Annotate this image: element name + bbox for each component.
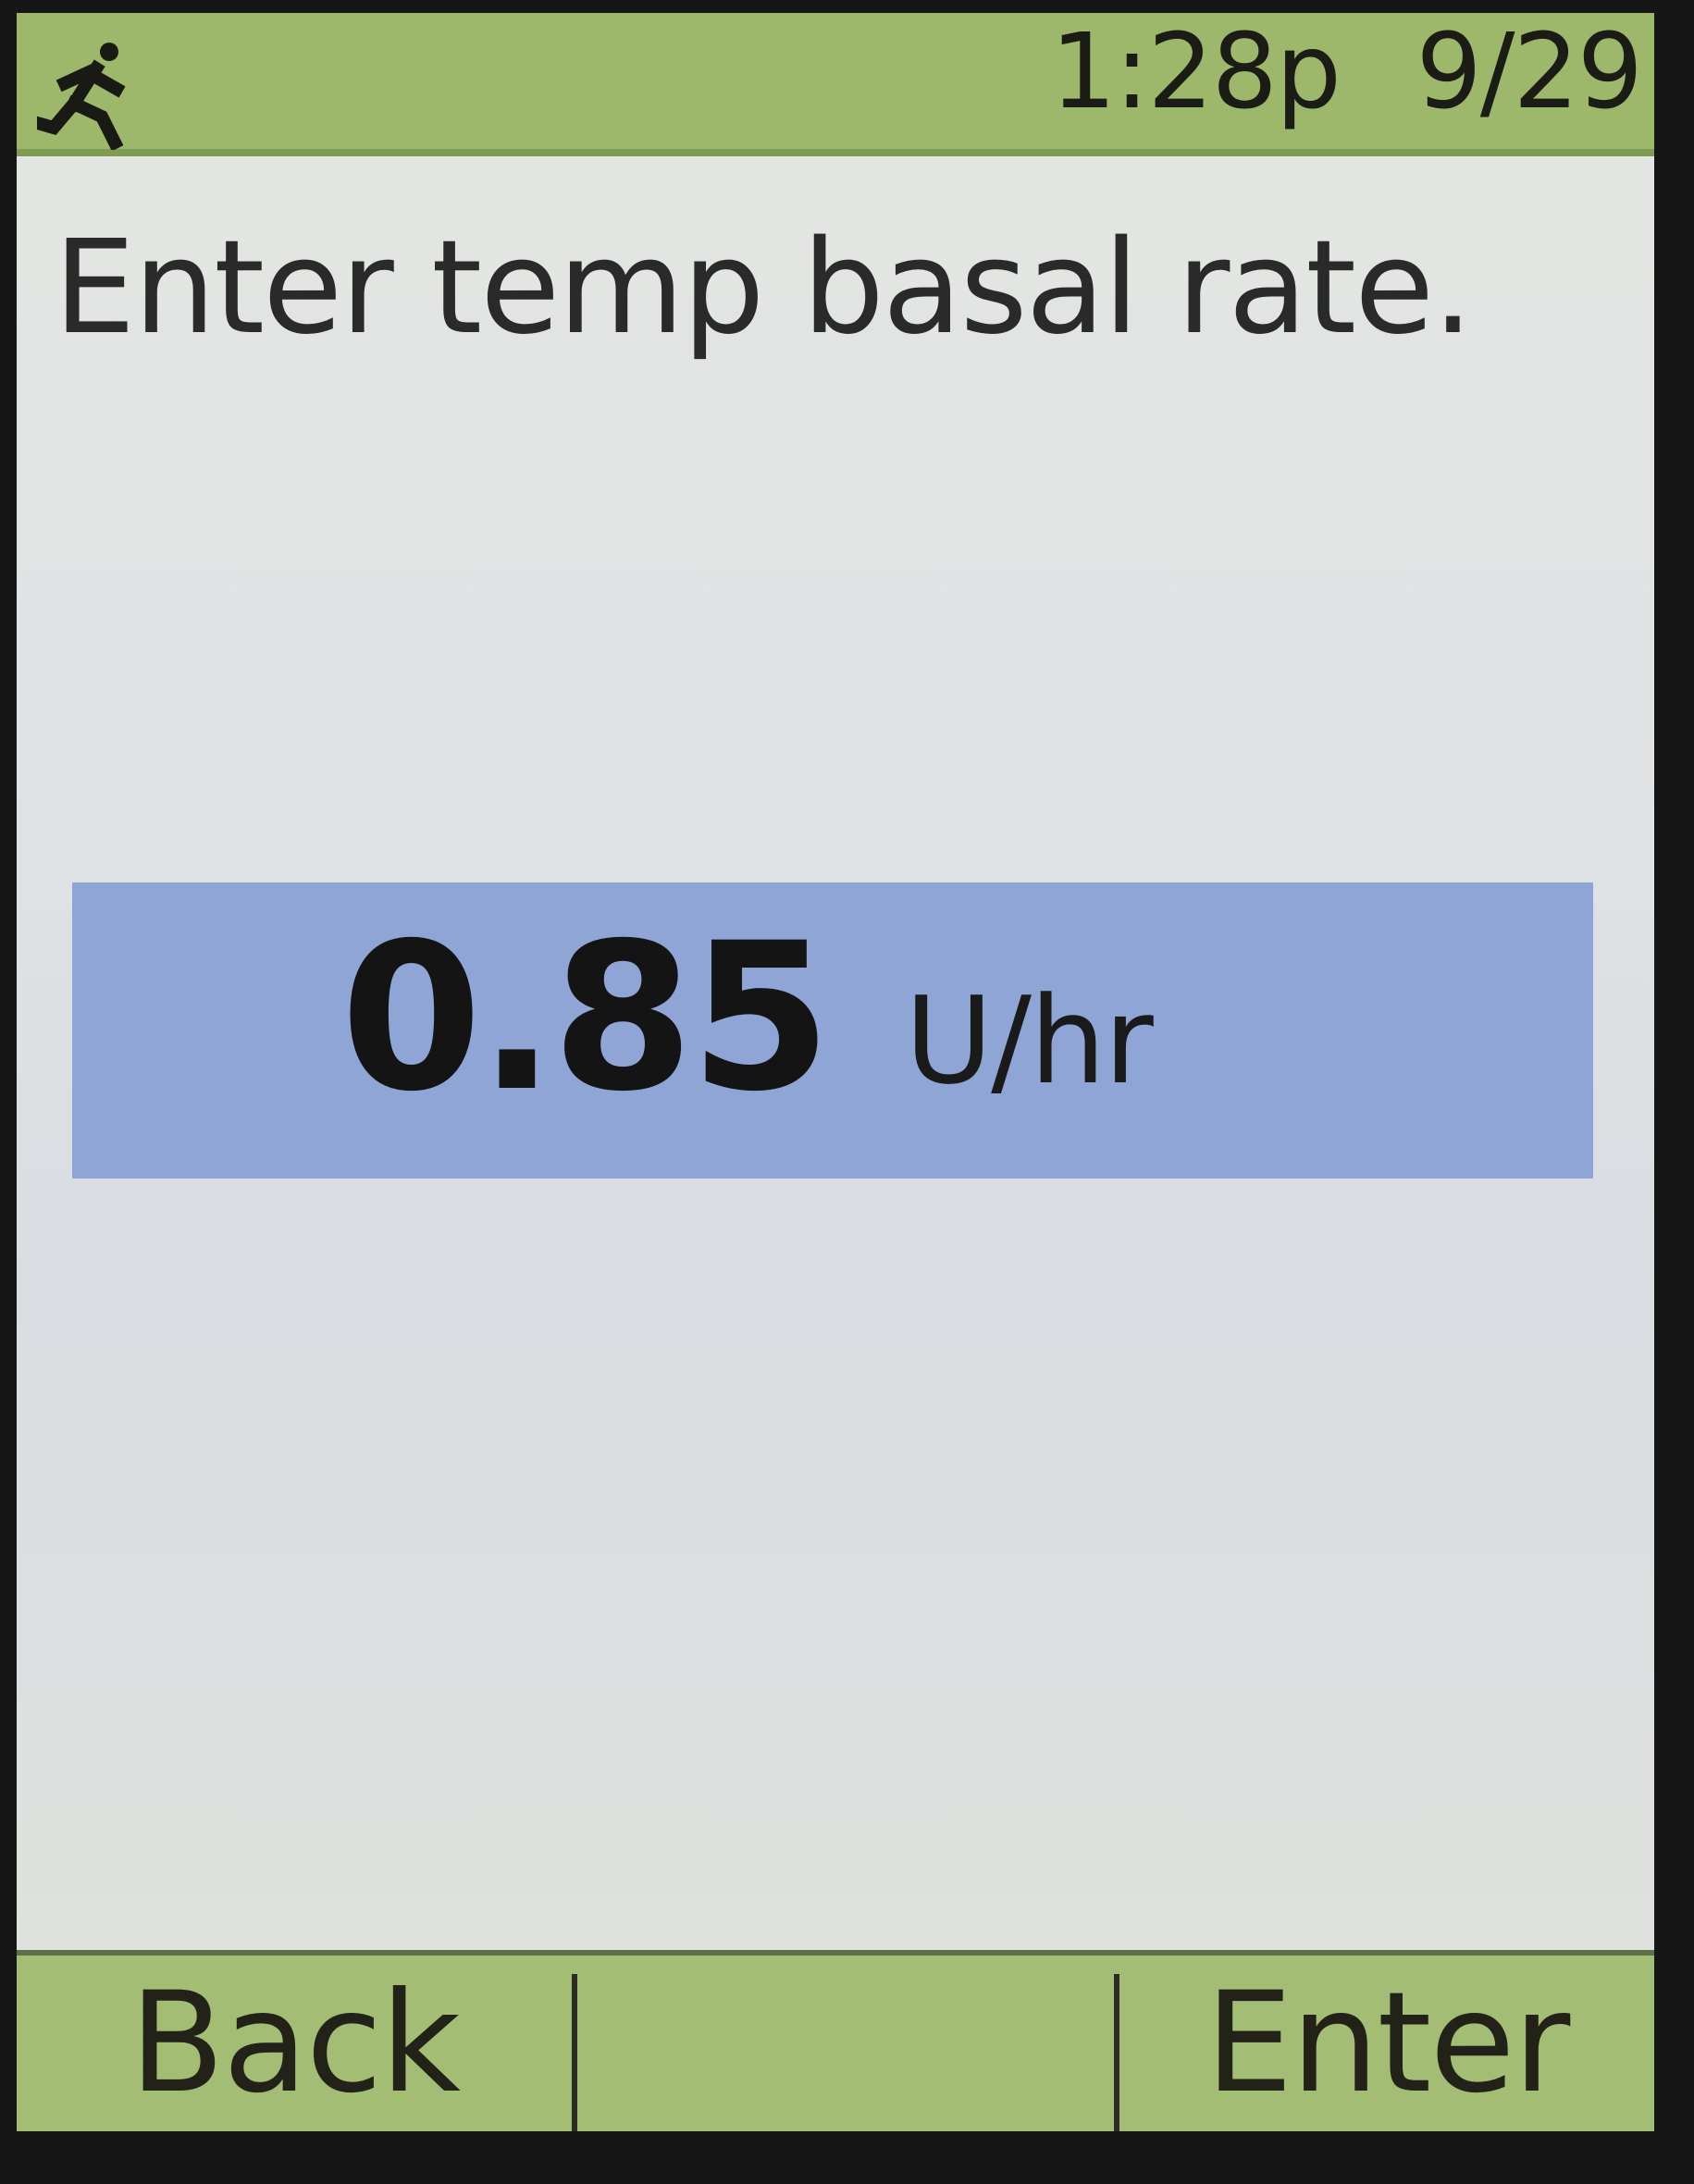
enter-button[interactable]: Enter — [1119, 1956, 1654, 2131]
pump-screen: 1:28p 9/29 Enter temp basal rate. 0.85 U… — [17, 13, 1654, 2131]
softkey-bar: Back Enter — [17, 1950, 1654, 2131]
screen-prompt: Enter temp basal rate. — [54, 213, 1474, 364]
middle-softkey[interactable] — [577, 1956, 1114, 2131]
basal-rate-field[interactable]: 0.85 U/hr — [72, 882, 1593, 1178]
basal-rate-unit: U/hr — [905, 970, 1154, 1111]
status-date: 9/29 — [1416, 13, 1643, 132]
running-person-icon — [37, 43, 126, 150]
pump-device: 1:28p 9/29 Enter temp basal rate. 0.85 U… — [0, 0, 1694, 2184]
back-button[interactable]: Back — [17, 1956, 572, 2131]
status-bar: 1:28p 9/29 — [17, 13, 1654, 156]
status-time: 1:28p — [1050, 13, 1342, 132]
basal-rate-value[interactable]: 0.85 — [340, 916, 832, 1119]
